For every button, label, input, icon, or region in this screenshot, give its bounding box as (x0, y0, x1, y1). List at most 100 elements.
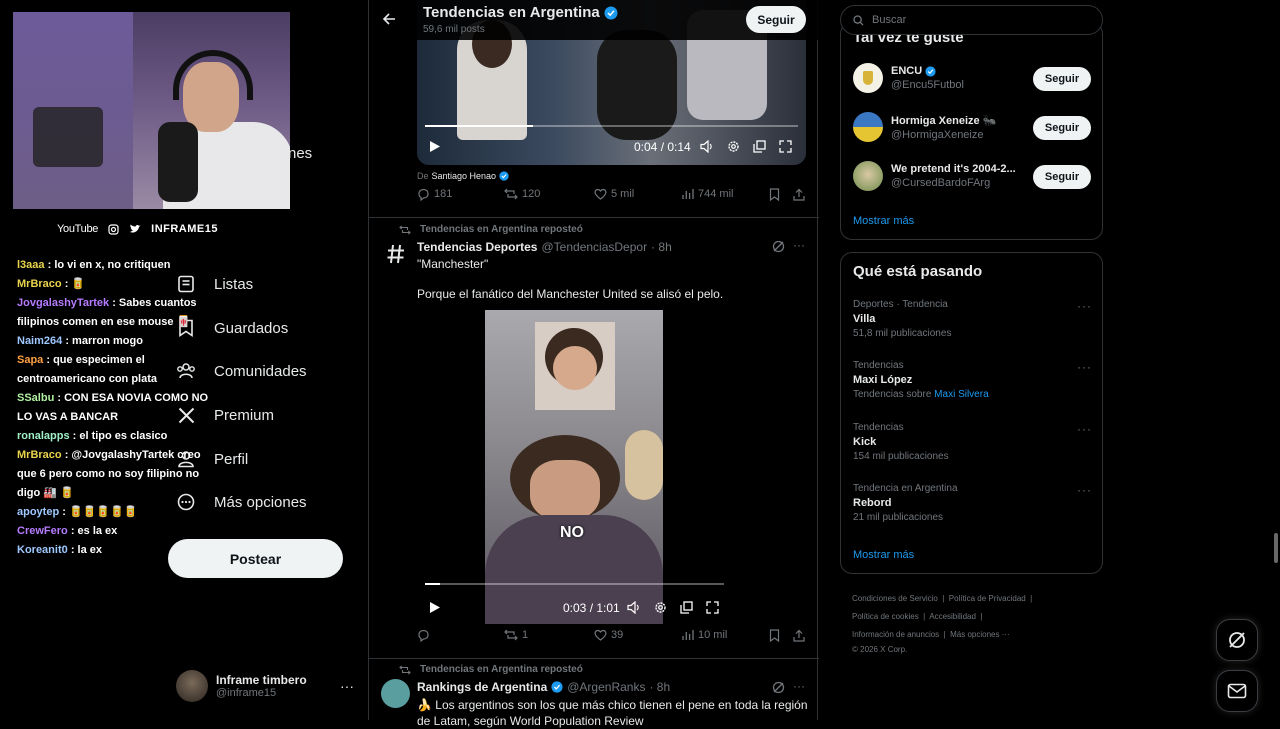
tweet2-name[interactable]: Tendencias Deportes (417, 240, 537, 254)
chat-username[interactable]: ronalapps (17, 430, 70, 442)
reply-button[interactable]: 181 (417, 188, 452, 201)
header-follow-button[interactable]: Seguir (746, 6, 806, 33)
page-scrollbar[interactable] (1274, 533, 1278, 563)
suggested-account[interactable]: Hormiga Xeneize 🐜 @HormigaXeneize (853, 112, 996, 142)
suggested-account[interactable]: We pretend it's 2004-2... @CursedBardoFA… (853, 161, 1016, 191)
chat-text: : lo vi en x, no critiquen (47, 259, 171, 271)
chat-text: : 🥫 (64, 278, 86, 290)
grok-icon[interactable] (772, 681, 785, 694)
main-timeline: 0:04 / 0:14 Tendencias en Argentina 59,6… (368, 0, 819, 728)
chat-username[interactable]: SSalbu (17, 392, 54, 404)
chat-username[interactable]: CrewFero (17, 525, 68, 537)
settings-gear-icon[interactable] (654, 601, 667, 614)
footer-link[interactable]: Condiciones de Servicio (852, 594, 938, 603)
views-count: 10 mil (698, 629, 728, 641)
repost-count: 1 (522, 629, 529, 641)
trend-link[interactable]: Maxi Silvera (934, 389, 988, 400)
volume-icon[interactable] (627, 601, 641, 614)
trend-more-icon[interactable]: ··· (1077, 299, 1092, 313)
chat-message: Sapa : que especimen el centroamericano … (17, 351, 217, 389)
messages-fab[interactable] (1216, 670, 1258, 712)
repost-button[interactable]: 120 (504, 188, 540, 200)
tweet2-time[interactable]: · 8h (651, 240, 672, 254)
trend-title: Kick (853, 436, 877, 448)
chat-username[interactable]: Koreanit0 (17, 544, 68, 556)
footer-link[interactable]: Más opciones ··· (950, 630, 1010, 639)
tweet2-progress-bar[interactable] (425, 583, 724, 585)
chat-username[interactable]: l3aaa (17, 259, 45, 271)
footer-link[interactable]: Política de Privacidad (949, 594, 1026, 603)
tweet3-repost-label[interactable]: Tendencias en Argentina reposteó (420, 664, 583, 675)
tweet2-handle[interactable]: @TendenciasDepor (541, 240, 647, 254)
account-more-icon[interactable]: ··· (340, 678, 354, 694)
nav-item-more-label: Más opciones (214, 493, 307, 511)
chat-username[interactable]: Sapa (17, 354, 43, 366)
share-icon[interactable] (793, 629, 805, 642)
reply-count: 181 (434, 188, 453, 200)
tweet1-source-name[interactable]: Santiago Henao (432, 171, 497, 181)
chat-username[interactable]: apoytep (17, 506, 59, 518)
like-button[interactable]: 39 (594, 629, 623, 641)
footer-link[interactable]: Accesibilidad (929, 612, 976, 621)
volume-icon[interactable] (700, 140, 714, 153)
bookmark-icon[interactable] (769, 628, 780, 642)
trend-item[interactable]: Deportes · Tendencia Villa 51,8 mil publ… (853, 299, 951, 339)
grok-fab[interactable] (1216, 619, 1258, 661)
share-icon[interactable] (793, 188, 805, 201)
views-button[interactable]: 10 mil (682, 629, 727, 641)
trend-item[interactable]: Tendencias Maxi López Tendencias sobre M… (853, 360, 989, 400)
trend-item[interactable]: Tendencias Kick 154 mil publicaciones (853, 422, 949, 462)
follow-button[interactable]: Seguir (1033, 165, 1091, 189)
reply-button[interactable] (417, 629, 434, 642)
account-switcher[interactable]: Inframe timbero @inframe15 (176, 670, 307, 702)
footer-link[interactable]: Política de cookies (852, 612, 919, 621)
tweet3-time[interactable]: · 8h (649, 680, 670, 694)
tweet2-video[interactable]: NO 0:03 / 1:01 (417, 310, 732, 624)
trend-item[interactable]: Tendencia en Argentina Rebord 21 mil pub… (853, 483, 958, 523)
trend-more-icon[interactable]: ··· (1077, 422, 1092, 436)
chat-username[interactable]: MrBraco (17, 278, 62, 290)
chat-message: SSalbu : CON ESA NOVIA COMO NO LO VAS A … (17, 389, 217, 427)
search-input[interactable]: Buscar (872, 14, 906, 26)
fullscreen-icon[interactable] (706, 601, 719, 614)
bookmark-icon[interactable] (769, 187, 780, 201)
grok-icon[interactable] (772, 240, 785, 253)
pip-icon[interactable] (753, 140, 766, 153)
verified-badge-icon (925, 65, 936, 77)
tweet2-play-icon[interactable] (429, 601, 441, 614)
stream-chat: l3aaa : lo vi en x, no critiquen MrBraco … (17, 256, 217, 560)
chat-username[interactable]: Naim264 (17, 335, 62, 347)
tweet3-avatar[interactable] (381, 679, 410, 708)
tweet2-more-icon[interactable]: ··· (793, 238, 805, 252)
tweet3-more-icon[interactable]: ··· (793, 679, 805, 693)
trend-more-icon[interactable]: ··· (1077, 360, 1092, 374)
follow-button[interactable]: Seguir (1033, 116, 1091, 140)
tweet1-progress-bar[interactable] (425, 125, 798, 127)
tweet1-play-icon[interactable] (429, 140, 441, 153)
like-button[interactable]: 5 mil (594, 188, 634, 200)
fullscreen-icon[interactable] (779, 140, 792, 153)
tweet3-name[interactable]: Rankings de Argentina (417, 680, 547, 694)
pip-icon[interactable] (680, 601, 693, 614)
trend-more-icon[interactable]: ··· (1077, 483, 1092, 497)
chat-username[interactable]: MrBraco (17, 449, 62, 461)
show-more-link[interactable]: Mostrar más (853, 549, 914, 561)
webcam-footer: YouTube INFRAME15 (13, 209, 290, 249)
tweet3-author: Rankings de Argentina @ArgenRanks · 8h (417, 680, 670, 694)
settings-gear-icon[interactable] (727, 140, 740, 153)
tweet3-handle[interactable]: @ArgenRanks (567, 680, 645, 694)
chat-text: : el tipo es clasico (72, 430, 168, 442)
hashtag-avatar-icon[interactable] (386, 243, 406, 265)
account-name: We pretend it's 2004-2... (891, 163, 1016, 175)
back-arrow-icon[interactable] (382, 12, 396, 26)
search-bar[interactable]: Buscar (840, 5, 1103, 35)
repost-button[interactable]: 1 (504, 629, 528, 641)
show-more-link[interactable]: Mostrar más (853, 215, 914, 227)
views-button[interactable]: 744 mil (682, 188, 733, 200)
suggested-account[interactable]: ENCU @Encu5Futbol (853, 63, 964, 93)
tweet2-repost-label[interactable]: Tendencias en Argentina reposteó (420, 224, 583, 235)
follow-button[interactable]: Seguir (1033, 67, 1091, 91)
chat-username[interactable]: JovgalashyTartek (17, 297, 109, 309)
page-title: Tendencias en Argentina (423, 4, 600, 21)
footer-link[interactable]: Información de anuncios (852, 630, 939, 639)
